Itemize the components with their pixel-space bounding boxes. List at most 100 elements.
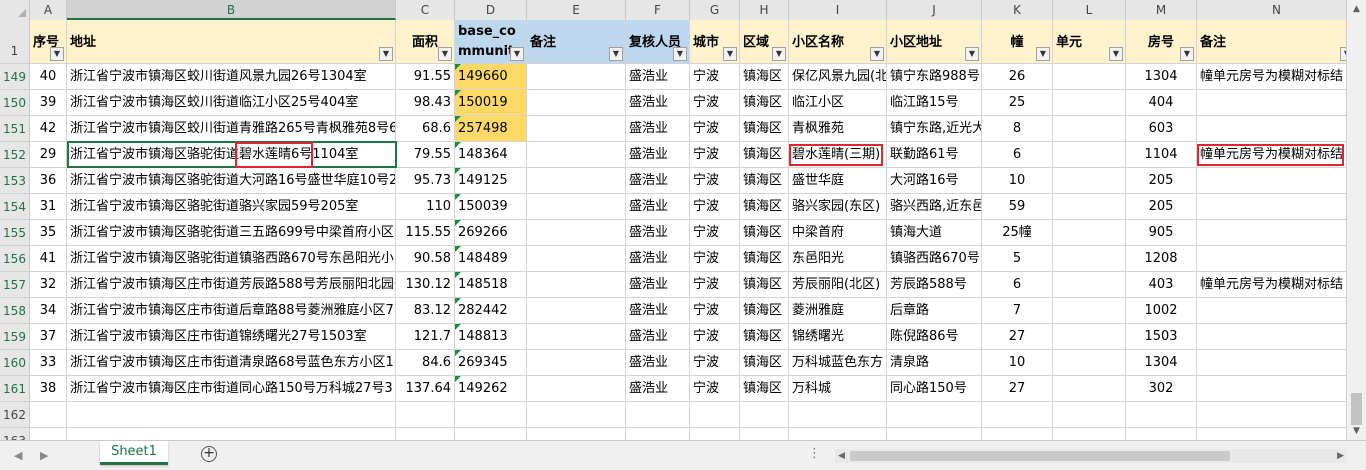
cell-b[interactable]: 浙江省宁波市镇海区庄市街道清泉路68号蓝色东方小区1 [67, 350, 396, 376]
scroll-down-arrow-icon[interactable]: ▼ [1353, 426, 1360, 436]
select-all-corner[interactable] [0, 0, 30, 20]
filter-dropdown-icon[interactable]: ▼ [379, 47, 393, 61]
cell-a[interactable] [30, 402, 67, 428]
cell-i[interactable]: 菱洲雅庭 [789, 298, 887, 324]
cell-a[interactable] [30, 428, 67, 440]
cell-n[interactable] [1197, 324, 1346, 350]
header-cell-m[interactable]: 房号 ▼ [1126, 20, 1197, 64]
cell-b[interactable]: 浙江省宁波市镇海区骆驼街道三五路699号中梁首府小区2 [67, 220, 396, 246]
cell-e[interactable] [527, 272, 626, 298]
scroll-up-arrow-icon[interactable]: ▲ [1353, 4, 1360, 14]
cell-m[interactable]: 404 [1126, 90, 1197, 116]
cell-a[interactable]: 37 [30, 324, 67, 350]
cell-e[interactable] [527, 428, 626, 440]
header-cell-f[interactable]: 复核人员 ▼ [626, 20, 690, 64]
column-header-m[interactable]: M [1126, 0, 1197, 20]
cell-g[interactable]: 宁波 [690, 298, 740, 324]
cell-m[interactable]: 205 [1126, 168, 1197, 194]
cell-b[interactable]: 浙江省宁波市镇海区庄市街道锦绣曙光27号1503室 [67, 324, 396, 350]
cell-d[interactable] [455, 402, 527, 428]
cell-i[interactable] [789, 428, 887, 440]
cell-h[interactable]: 镇海区 [740, 116, 789, 142]
cell-j[interactable] [887, 428, 982, 440]
cell-i[interactable]: 东邑阳光 [789, 246, 887, 272]
cell-d[interactable]: 269345 [455, 350, 527, 376]
cell-b[interactable]: 浙江省宁波市镇海区骆驼街道骆兴家园59号205室 [67, 194, 396, 220]
cell-c[interactable]: 68.6 [396, 116, 455, 142]
cell-m[interactable]: 603 [1126, 116, 1197, 142]
cell-m[interactable] [1126, 402, 1197, 428]
cell-d[interactable]: 148364 [455, 142, 527, 168]
cell-l[interactable] [1053, 116, 1126, 142]
cell-d[interactable]: 149660 [455, 64, 527, 90]
header-cell-n[interactable]: 备注▼ [1197, 20, 1346, 64]
cell-a[interactable]: 39 [30, 90, 67, 116]
spreadsheet-grid[interactable]: ABCDEFGHIJKLMN 1序号▼地址▼面积▼base_community_… [0, 0, 1346, 440]
cell-f[interactable]: 盛浩业 [626, 272, 690, 298]
cell-n[interactable] [1197, 376, 1346, 402]
cell-j[interactable]: 大河路16号 [887, 168, 982, 194]
cell-i[interactable]: 中梁首府 [789, 220, 887, 246]
cell-c[interactable]: 83.12 [396, 298, 455, 324]
filter-dropdown-icon[interactable]: ▼ [1036, 47, 1050, 61]
cell-j[interactable]: 镇宁东路988号 [887, 64, 982, 90]
cell-e[interactable] [527, 64, 626, 90]
cell-f[interactable]: 盛浩业 [626, 194, 690, 220]
cell-h[interactable]: 镇海区 [740, 220, 789, 246]
cell-c[interactable] [396, 402, 455, 428]
filter-dropdown-icon[interactable]: ▼ [50, 47, 64, 61]
cell-e[interactable] [527, 220, 626, 246]
cell-i[interactable]: 盛世华庭 [789, 168, 887, 194]
cell-l[interactable] [1053, 402, 1126, 428]
cell-h[interactable]: 镇海区 [740, 246, 789, 272]
cell-j[interactable]: 陈倪路86号 [887, 324, 982, 350]
cell-g[interactable]: 宁波 [690, 246, 740, 272]
vertical-scroll-thumb[interactable] [1351, 393, 1362, 425]
cell-a[interactable]: 42 [30, 116, 67, 142]
cell-n[interactable] [1197, 298, 1346, 324]
cell-g[interactable]: 宁波 [690, 272, 740, 298]
cell-c[interactable]: 90.58 [396, 246, 455, 272]
cell-k[interactable]: 27 [982, 376, 1053, 402]
column-header-b[interactable]: B [67, 0, 396, 20]
horizontal-scroll-thumb[interactable] [850, 451, 1230, 461]
cell-j[interactable]: 镇骆西路670号 [887, 246, 982, 272]
cell-m[interactable]: 1304 [1126, 350, 1197, 376]
cell-e[interactable] [527, 298, 626, 324]
cell-j[interactable]: 镇海大道 [887, 220, 982, 246]
cell-j[interactable]: 清泉路 [887, 350, 982, 376]
row-number[interactable]: 160 [0, 350, 30, 376]
filter-dropdown-icon[interactable]: ▼ [723, 47, 737, 61]
cell-m[interactable]: 905 [1126, 220, 1197, 246]
row-number[interactable]: 152 [0, 142, 30, 168]
cell-l[interactable] [1053, 64, 1126, 90]
cell-e[interactable] [527, 246, 626, 272]
cell-m[interactable]: 1304 [1126, 64, 1197, 90]
filter-active-icon[interactable]: ▼ [673, 47, 687, 61]
cell-k[interactable]: 5 [982, 246, 1053, 272]
more-options-icon[interactable]: ⋮ [808, 446, 822, 461]
cell-l[interactable] [1053, 428, 1126, 440]
cell-a[interactable]: 33 [30, 350, 67, 376]
cell-a[interactable]: 36 [30, 168, 67, 194]
cell-c[interactable]: 115.55 [396, 220, 455, 246]
cell-n[interactable] [1197, 402, 1346, 428]
cell-c[interactable]: 110 [396, 194, 455, 220]
cell-f[interactable]: 盛浩业 [626, 376, 690, 402]
cell-k[interactable]: 6 [982, 272, 1053, 298]
row-number[interactable]: 157 [0, 272, 30, 298]
cell-g[interactable] [690, 428, 740, 440]
cell-d[interactable]: 148518 [455, 272, 527, 298]
column-header-a[interactable]: A [30, 0, 67, 20]
sheet-tab[interactable]: Sheet1 [100, 441, 168, 465]
cell-e[interactable] [527, 350, 626, 376]
cell-l[interactable] [1053, 298, 1126, 324]
cell-n[interactable] [1197, 246, 1346, 272]
cell-a[interactable]: 34 [30, 298, 67, 324]
cell-i[interactable]: 临江小区 [789, 90, 887, 116]
cell-j[interactable]: 镇宁东路,近光大 [887, 116, 982, 142]
cell-k[interactable]: 26 [982, 64, 1053, 90]
add-sheet-icon[interactable]: + [201, 446, 217, 462]
cell-f[interactable]: 盛浩业 [626, 116, 690, 142]
cell-h[interactable]: 镇海区 [740, 142, 789, 168]
